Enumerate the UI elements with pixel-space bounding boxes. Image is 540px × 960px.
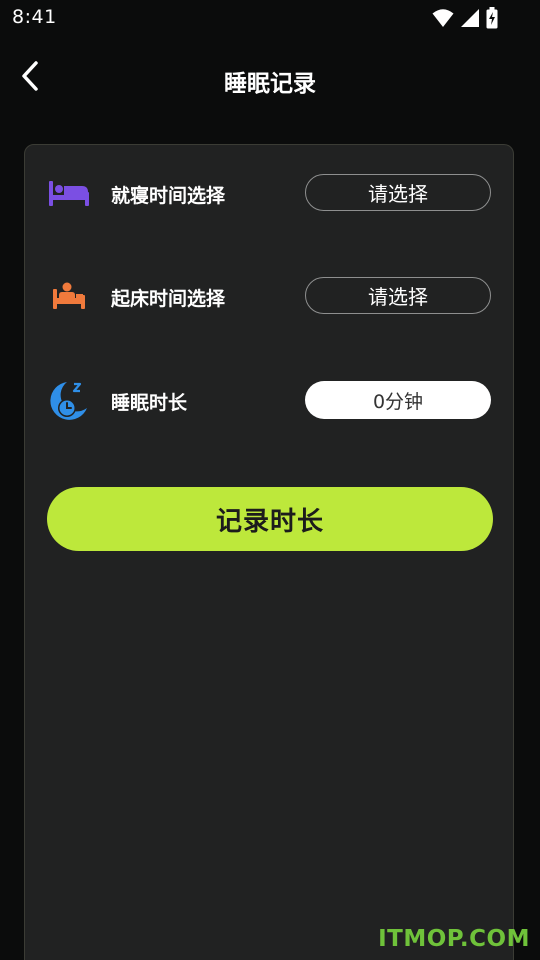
duration-row: 睡眠时长 0分钟 <box>47 380 493 420</box>
battery-icon <box>486 7 498 33</box>
watermark: ITMOP.COM <box>378 926 530 952</box>
status-bar: 8:41 <box>0 0 540 36</box>
bed-icon <box>47 173 91 213</box>
header: 睡眠记录 <box>0 52 540 108</box>
bedtime-row: 就寝时间选择 请选择 <box>47 173 493 213</box>
bedtime-select-text: 请选择 <box>368 182 428 206</box>
wakeup-row: 起床时间选择 请选择 <box>47 276 493 316</box>
duration-label: 睡眠时长 <box>111 392 188 414</box>
signal-icon <box>460 8 480 32</box>
record-duration-button[interactable]: 记录时长 <box>47 487 493 551</box>
status-icons <box>432 7 498 33</box>
sleep-clock-icon <box>47 380 91 420</box>
page-title: 睡眠记录 <box>224 71 316 97</box>
wakeup-select[interactable]: 请选择 <box>305 277 491 314</box>
status-time: 8:41 <box>12 6 57 28</box>
wakeup-select-text: 请选择 <box>368 285 428 309</box>
wake-up-bed-icon <box>47 276 91 316</box>
wakeup-label: 起床时间选择 <box>111 288 226 310</box>
duration-value: 0分钟 <box>305 381 491 419</box>
sleep-record-card: 就寝时间选择 请选择 起床时间选择 请选择 睡眠时长 0分钟 记录时长 <box>24 144 514 960</box>
record-duration-label: 记录时长 <box>215 506 324 537</box>
screen: 8:41 睡眠记录 就寝时间选择 请选择 起床时间选择 请选择 睡眠时长 0分钟… <box>0 0 540 960</box>
bedtime-select[interactable]: 请选择 <box>305 174 491 211</box>
duration-value-text: 0分钟 <box>372 390 424 413</box>
bedtime-label: 就寝时间选择 <box>111 185 226 207</box>
wifi-icon <box>432 8 454 32</box>
